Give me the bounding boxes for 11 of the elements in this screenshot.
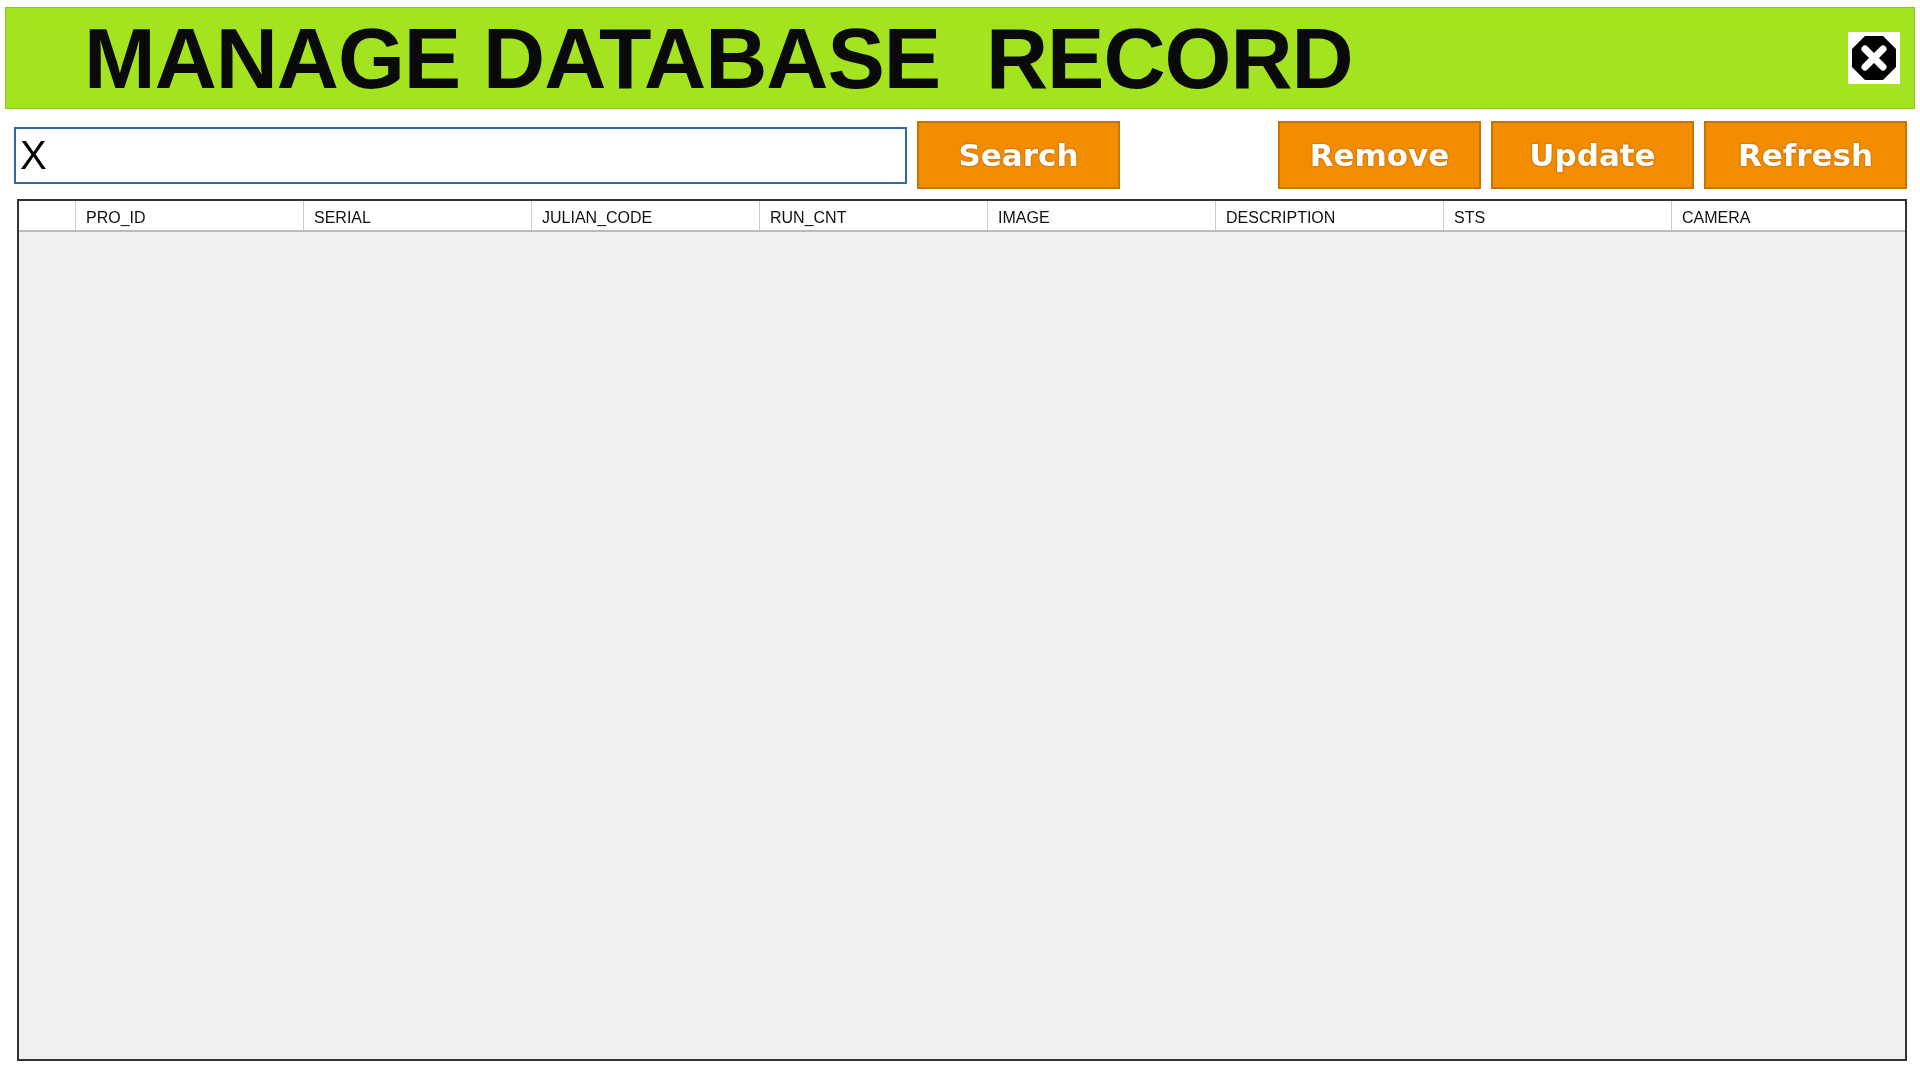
search-field[interactable]: X [14,126,907,184]
column-header[interactable]: STS [1444,201,1672,230]
column-header[interactable]: JULIAN_CODE [532,201,760,230]
column-header[interactable]: CAMERA [1672,201,1905,230]
close-icon[interactable] [1848,32,1900,84]
column-header[interactable]: DESCRIPTION [1216,201,1444,230]
column-header[interactable]: IMAGE [988,201,1216,230]
column-header[interactable]: SERIAL [304,201,532,230]
column-header[interactable]: PRO_ID [76,201,304,230]
column-header[interactable]: RUN_CNT [760,201,988,230]
window-title: MANAGE DATABASE RECORD [84,8,1354,108]
